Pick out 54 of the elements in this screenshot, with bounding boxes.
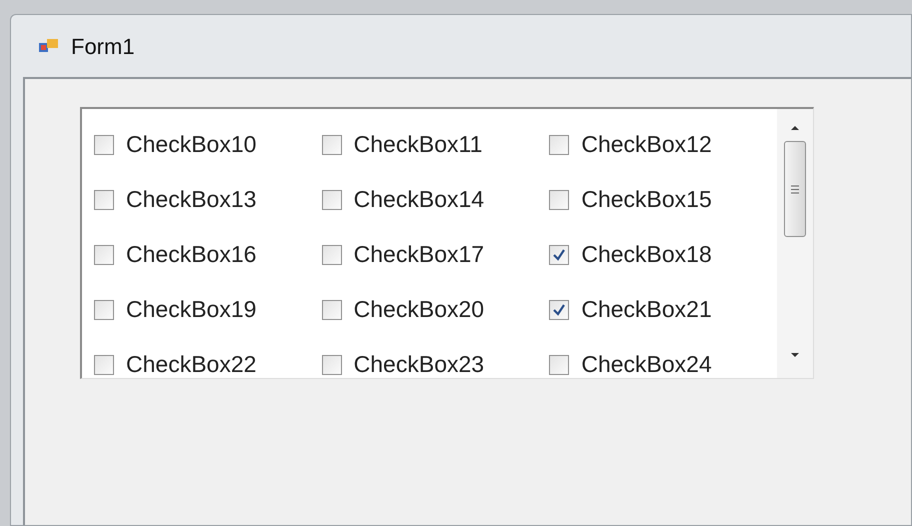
checkbox-item[interactable]: CheckBox10 — [94, 117, 322, 172]
checkbox[interactable] — [322, 300, 342, 320]
scroll-down-icon[interactable] — [789, 350, 801, 360]
checkbox-item[interactable]: CheckBox16 — [94, 227, 322, 282]
checkbox-item[interactable]: CheckBox15 — [549, 172, 777, 227]
checkbox-item[interactable]: CheckBox19 — [94, 282, 322, 337]
checkbox-item[interactable]: CheckBox22 — [94, 337, 322, 392]
checkbox-label: CheckBox13 — [126, 185, 256, 214]
checkbox-label: CheckBox15 — [581, 185, 712, 214]
window-title: Form1 — [71, 32, 135, 60]
checkbox[interactable] — [94, 190, 114, 210]
checkbox[interactable] — [549, 134, 570, 154]
check-icon — [552, 302, 566, 316]
checkbox[interactable] — [322, 134, 342, 154]
check-icon — [552, 248, 566, 262]
checkbox[interactable] — [549, 244, 570, 264]
checkbox-label: CheckBox10 — [126, 130, 256, 160]
scrollbar[interactable] — [777, 109, 813, 378]
checkbox-label: CheckBox22 — [126, 350, 256, 380]
checkbox-label: CheckBox19 — [126, 295, 256, 324]
checkbox[interactable] — [322, 190, 342, 210]
checkbox-label: CheckBox24 — [581, 350, 712, 380]
grip-icon — [791, 184, 799, 194]
checkbox-item[interactable]: CheckBox18 — [549, 227, 777, 282]
checkbox-item[interactable]: CheckBox12 — [549, 117, 777, 172]
checkbox-label: CheckBox18 — [581, 240, 712, 270]
checkbox[interactable] — [322, 354, 342, 374]
checkbox-label: CheckBox14 — [354, 185, 484, 214]
scrollbar-thumb[interactable] — [784, 141, 806, 237]
checkbox-item[interactable]: CheckBox20 — [322, 282, 550, 337]
checkbox-label: CheckBox12 — [581, 130, 712, 160]
checkbox-label: CheckBox17 — [354, 240, 484, 270]
checkbox-label: CheckBox11 — [354, 130, 482, 160]
checkbox[interactable] — [94, 134, 114, 154]
checkbox-item[interactable]: CheckBox14 — [322, 172, 550, 227]
checkbox[interactable] — [549, 354, 570, 374]
form-icon — [39, 37, 59, 55]
checkbox-label: CheckBox21 — [581, 295, 712, 324]
checkbox-item[interactable]: CheckBox21 — [549, 282, 777, 337]
checkbox-label: CheckBox20 — [354, 295, 484, 324]
checkbox[interactable] — [94, 300, 114, 320]
checkbox-item[interactable]: CheckBox24 — [549, 337, 777, 392]
checkbox-label: CheckBox23 — [354, 350, 484, 380]
scroll-up-icon[interactable] — [789, 123, 801, 133]
checkbox-item[interactable]: CheckBox13 — [94, 172, 322, 227]
checkbox-item[interactable]: CheckBox11 — [322, 117, 550, 172]
checkbox-item[interactable]: CheckBox17 — [322, 227, 550, 282]
checkbox-item[interactable]: CheckBox23 — [322, 337, 550, 392]
checkbox[interactable] — [549, 190, 570, 210]
checkbox[interactable] — [322, 244, 342, 264]
checkbox[interactable] — [94, 354, 114, 374]
checkbox-label: CheckBox16 — [126, 240, 256, 270]
checkbox[interactable] — [549, 300, 570, 320]
checkbox[interactable] — [94, 244, 114, 264]
